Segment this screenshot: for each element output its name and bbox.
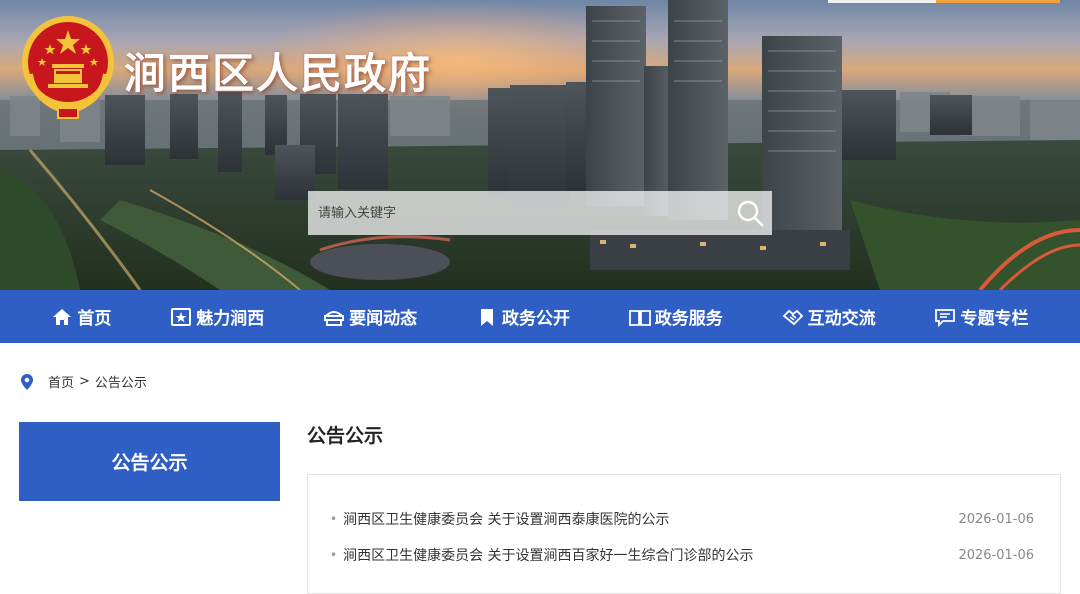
nav-item-label: 政务服务 bbox=[654, 309, 723, 329]
nav-item-topics[interactable]: 专题专栏 bbox=[934, 290, 1028, 343]
national-emblem-icon bbox=[22, 16, 114, 119]
breadcrumb-home-link[interactable]: 首页 bbox=[48, 372, 74, 391]
nav-item-news[interactable]: 要闻动态 bbox=[323, 290, 417, 343]
list-item[interactable]: • 涧西区卫生健康委员会 关于设置涧西泰康医院的公示 2026-01-06 bbox=[330, 507, 1034, 531]
search-button[interactable] bbox=[728, 191, 772, 235]
nav-item-interaction[interactable]: 互动交流 bbox=[782, 290, 876, 343]
main-nav: 首页 魅力涧西 要闻动态 政务公开 政务服务 互动交流 专题专栏 bbox=[0, 290, 1080, 343]
nav-item-label: 魅力涧西 bbox=[196, 309, 265, 329]
bookmark-icon bbox=[480, 308, 493, 326]
star-icon bbox=[171, 307, 192, 326]
search-input[interactable] bbox=[308, 191, 728, 235]
list-item-date: 2026-01-06 bbox=[958, 547, 1034, 563]
site-title[interactable]: 涧西区人民政府 bbox=[124, 40, 432, 101]
book-icon bbox=[628, 309, 651, 326]
page-title: 公告公示 bbox=[307, 425, 384, 447]
nav-item-label: 专题专栏 bbox=[960, 309, 1029, 329]
breadcrumb-separator: > bbox=[79, 374, 90, 389]
nav-item-services[interactable]: 政务服务 bbox=[628, 290, 723, 343]
header-banner: 涧西区人民政府 bbox=[0, 0, 1080, 290]
nav-item-label: 要闻动态 bbox=[349, 309, 418, 329]
nav-item-label: 互动交流 bbox=[807, 309, 876, 329]
location-pin-icon bbox=[21, 373, 33, 390]
search-bar bbox=[308, 191, 772, 235]
breadcrumb: 首页 > 公告公示 bbox=[20, 372, 147, 391]
list-item-title[interactable]: 涧西区卫生健康委员会 关于设置涧西泰康医院的公示 bbox=[343, 509, 958, 529]
list-item-date: 2026-01-06 bbox=[958, 511, 1034, 527]
nav-item-label: 政务公开 bbox=[501, 309, 570, 329]
notice-list: • 涧西区卫生健康委员会 关于设置涧西泰康医院的公示 2026-01-06 • … bbox=[307, 474, 1061, 594]
search-icon bbox=[737, 200, 764, 227]
breadcrumb-current[interactable]: 公告公示 bbox=[95, 372, 147, 391]
list-item-title[interactable]: 涧西区卫生健康委员会 关于设置涧西百家好一生综合门诊部的公示 bbox=[343, 545, 958, 565]
chat-icon bbox=[935, 308, 956, 327]
bullet-icon: • bbox=[330, 548, 338, 562]
handshake-icon bbox=[782, 309, 803, 325]
nav-item-charm[interactable]: 魅力涧西 bbox=[170, 290, 264, 343]
list-item[interactable]: • 涧西区卫生健康委员会 关于设置涧西百家好一生综合门诊部的公示 2026-01… bbox=[330, 543, 1034, 567]
nav-item-label: 首页 bbox=[77, 309, 112, 329]
news-icon bbox=[324, 310, 345, 326]
home-icon bbox=[53, 308, 72, 325]
nav-item-open-affairs[interactable]: 政务公开 bbox=[476, 290, 570, 343]
nav-item-home[interactable]: 首页 bbox=[51, 290, 111, 343]
sidebar-category-title[interactable]: 公告公示 bbox=[19, 422, 280, 501]
bullet-icon: • bbox=[330, 512, 338, 526]
